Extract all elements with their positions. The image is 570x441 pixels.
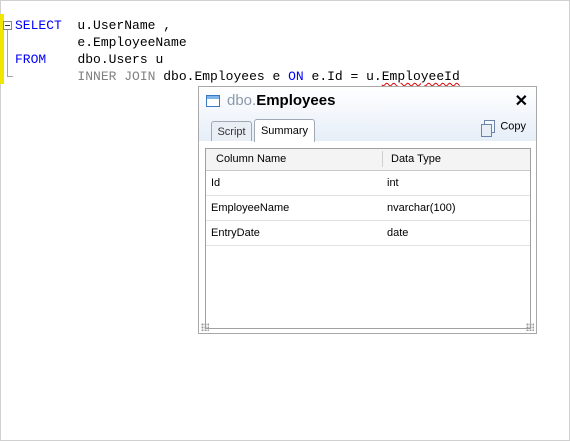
code-text: e.EmployeeName [77,35,187,50]
code-text: dbo.Users u [77,52,164,67]
resize-grip-right[interactable] [526,323,534,331]
table-name: Employees [256,92,336,109]
cell-column-name: EntryDate [211,227,260,239]
table-row[interactable]: EntryDate date [206,221,530,246]
sql-keyword-select: SELECT [15,18,62,33]
column-header-name[interactable]: Column Name [216,153,286,165]
code-line-1[interactable]: SELECT u.UserName , [15,17,171,34]
header-divider [382,151,383,167]
code-line-3[interactable]: FROM dbo.Users u [15,51,163,68]
copy-button[interactable]: Copy [481,120,526,137]
table-icon [206,95,220,107]
sql-keyword-inner-join: INNER JOIN [77,69,156,84]
cell-data-type: date [387,227,409,239]
tab-script[interactable]: Script [211,121,252,141]
cell-data-type: nvarchar(100) [387,202,456,214]
copy-label: Copy [500,120,526,133]
schema-name: dbo. [227,92,257,109]
popup-title: dbo.Employees [227,92,335,110]
collapse-toggle[interactable] [3,21,12,30]
column-header-type[interactable]: Data Type [391,153,441,165]
code-line-2[interactable]: e.EmployeeName [15,34,187,51]
outline-guide [7,30,8,77]
copy-icon [481,120,496,137]
table-row[interactable]: Id int [206,171,530,196]
outline-guide-end [7,76,13,77]
code-text: u.UserName , [77,18,172,33]
sql-keyword-on: ON [288,69,304,84]
tab-summary[interactable]: Summary [254,119,315,142]
table-row[interactable]: EmployeeName nvarchar(100) [206,196,530,221]
cell-column-name: Id [211,177,221,189]
sql-keyword-from: FROM [15,52,47,67]
close-icon[interactable]: ✕ [515,91,528,111]
columns-grid: Column Name Data Type Id int EmployeeNam… [205,148,531,329]
popup-header: dbo.Employees ✕ Script Summary Copy [199,87,536,142]
error-squiggle-text: EmployeeId [381,69,460,84]
code-line-4[interactable]: INNER JOIN dbo.Employees e ON e.Id = u.E… [15,68,460,85]
cell-data-type: int [387,177,399,189]
code-text: e.Id = u. [311,69,382,84]
resize-grip-left[interactable] [201,323,209,331]
grid-header: Column Name Data Type [206,149,530,171]
cell-column-name: EmployeeName [211,202,290,214]
code-text: dbo.Employees e [163,69,281,84]
table-info-popup: dbo.Employees ✕ Script Summary Copy Colu… [198,86,537,334]
